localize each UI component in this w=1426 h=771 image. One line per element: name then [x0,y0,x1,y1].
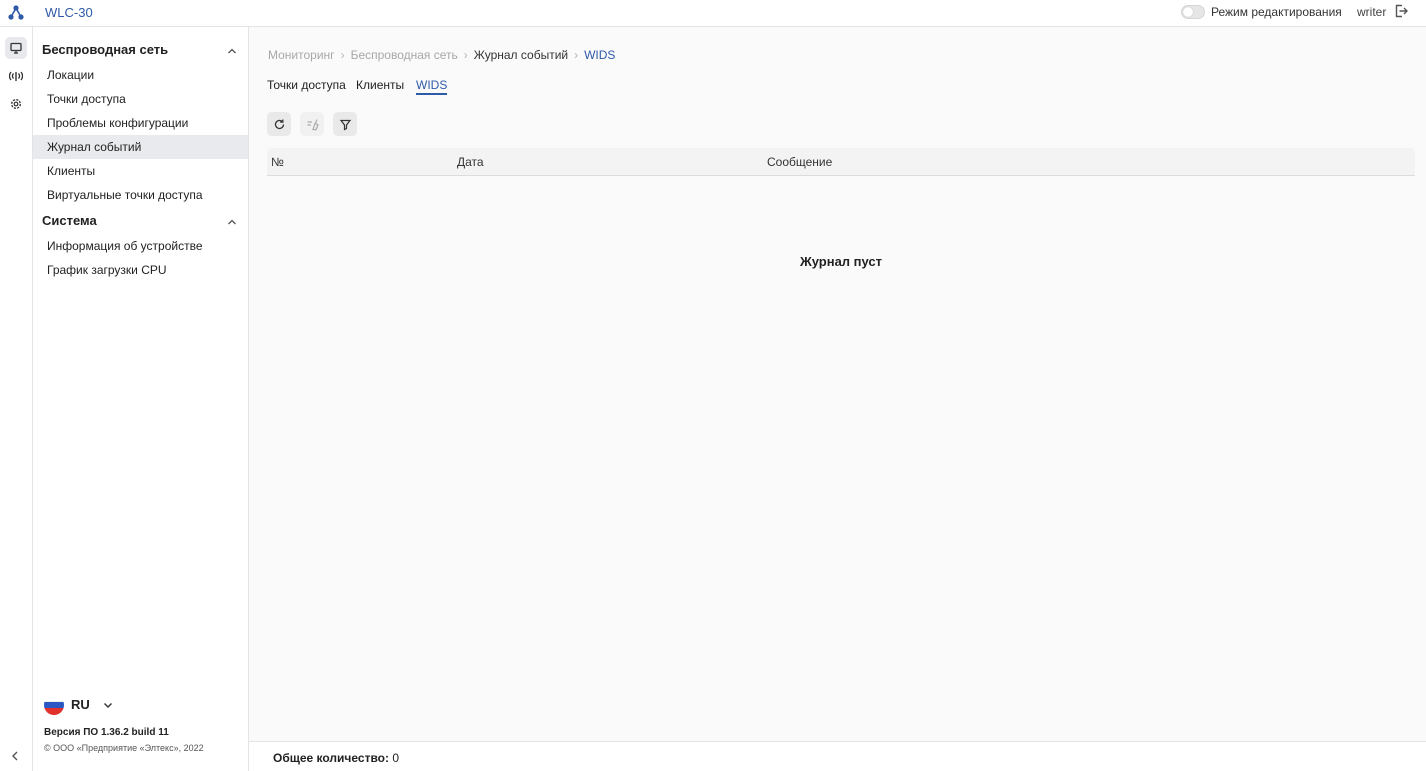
toggle-knob [1183,7,1193,17]
app-title[interactable]: WLC-30 [45,5,93,20]
chevron-up-icon[interactable] [226,216,238,228]
total-count: Общее количество: 0 [273,751,399,765]
breadcrumb-event-log[interactable]: Журнал событий [474,48,568,62]
clear-log-button[interactable] [300,112,324,136]
refresh-icon [274,119,284,129]
chevron-up-icon[interactable] [226,45,238,57]
refresh-button[interactable] [267,112,291,136]
rail-wireless-button[interactable] [5,65,27,87]
total-value: 0 [392,751,400,765]
language-code: RU [71,697,90,712]
chevron-down-icon [104,703,112,708]
section-title: Система [42,213,97,228]
edit-mode-toggle[interactable] [1181,5,1205,19]
rail-settings-button[interactable] [5,93,27,115]
user-name: writer [1357,5,1387,19]
sidebar-item-cpu-chart[interactable]: График загрузки CPU [33,258,248,282]
settings-icon [11,99,21,109]
software-version: Версия ПО 1.36.2 build 11 [44,727,169,738]
language-selector[interactable]: RU [44,695,124,715]
tab-wids[interactable]: WIDS [416,78,448,95]
breadcrumb: Мониторинг › Беспроводная сеть › Журнал собы… [268,48,615,62]
logout-icon[interactable] [1393,3,1409,19]
breadcrumb-separator: › [340,48,345,62]
section-title: Беспроводная сеть [42,42,169,57]
filter-button[interactable] [333,112,357,136]
breadcrumb-separator: › [463,48,468,62]
rail-monitoring-button[interactable] [5,37,27,59]
tab-access-points[interactable]: Точки доступа [267,78,346,92]
sidebar-section-wireless[interactable]: Беспроводная сеть [42,42,238,62]
sidebar-item-config-problems[interactable]: Проблемы конфигурации [33,111,248,135]
total-label: Общее количество: [273,751,390,765]
edit-mode-label: Режим редактирования [1211,5,1342,19]
sidebar-item-locations[interactable]: Локации [33,63,248,87]
tab-clients[interactable]: Клиенты [356,78,404,92]
empty-table-message: Журнал пуст [799,254,883,269]
column-header-message: Сообщение [767,155,833,169]
monitor-icon [10,42,22,54]
collapse-sidebar-icon[interactable] [8,749,22,763]
filter-icon [339,119,351,130]
table-header: № Дата Сообщение [267,148,1415,176]
clear-icon [307,118,319,130]
top-bar: WLC-30 Режим редактирования writer [0,0,1426,27]
column-header-number: № [271,155,284,169]
sidebar-item-event-log[interactable]: Журнал событий [33,135,248,159]
sidebar-item-clients[interactable]: Клиенты [33,159,248,183]
sidebar-item-access-points[interactable]: Точки доступа [33,87,248,111]
breadcrumb-separator: › [574,48,579,62]
sidebar-item-virtual-aps[interactable]: Виртуальные точки доступа [33,183,248,207]
breadcrumb-monitoring[interactable]: Мониторинг [268,48,335,62]
copyright: © ООО «Предприятие «Элтекс», 2022 [44,743,204,753]
footer: Общее количество: 0 [249,741,1426,771]
logo-icon[interactable] [7,4,25,22]
wireless-icon [9,71,23,81]
sidebar-item-device-info[interactable]: Информация об устройстве [33,234,248,258]
icon-rail [0,27,33,771]
sidebar: Беспроводная сеть Локации Точки доступа … [33,27,249,771]
main-content: Мониторинг › Беспроводная сеть › Журнал собы… [249,27,1426,741]
breadcrumb-current: WIDS [584,48,616,62]
breadcrumb-wireless[interactable]: Беспроводная сеть [351,48,458,62]
column-header-date: Дата [457,155,484,169]
sidebar-section-system[interactable]: Система [42,213,238,233]
russia-flag-icon [44,695,64,715]
